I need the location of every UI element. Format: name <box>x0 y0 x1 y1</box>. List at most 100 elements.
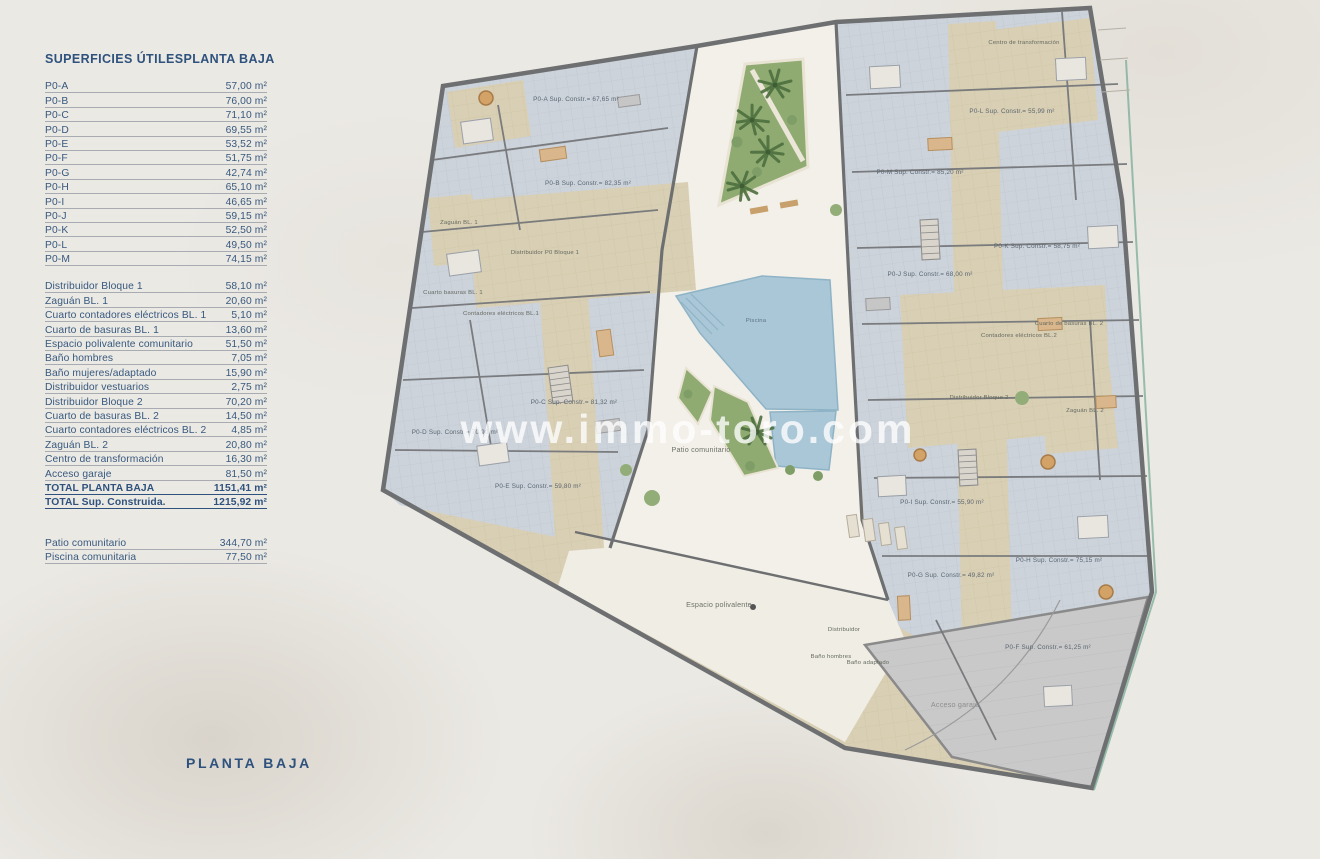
row-value: 76,00 m² <box>226 96 267 107</box>
table-row: Cuarto contadores eléctricos BL. 2 4,85 m… <box>45 423 267 437</box>
row-label: Centro de transformación <box>45 454 164 465</box>
row-value: 15,90 m² <box>226 368 267 379</box>
row-value: 51,75 m² <box>226 153 267 164</box>
apartment-label: P0-H Sup. Constr.= 75,15 m² <box>1016 557 1102 564</box>
table-row: Distribuidor Bloque 2 70,20 m² <box>45 394 267 408</box>
apartment-label: P0-I Sup. Constr.= 55,90 m² <box>900 499 984 506</box>
table-row: Patio comunitario 344,70 m² <box>45 535 267 549</box>
apartment-label: P0-M Sup. Constr.= 85,20 m² <box>876 169 963 176</box>
table-row: P0-G42,74 m² <box>45 165 267 179</box>
table-row: P0-J 59,15 m² <box>45 209 267 223</box>
unit-rows: P0-A57,00 m²P0-B76,00 m²P0-C71,10 m²P0-D… <box>45 79 267 266</box>
row-value: 1215,92 m² <box>213 497 267 508</box>
row-label: Cuarto contadores eléctricos BL. 2 <box>45 425 206 436</box>
row-label: Distribuidor vestuarios <box>45 382 149 393</box>
row-value: 69,55 m² <box>226 125 267 136</box>
table-row: P0-K52,50 m² <box>45 223 267 237</box>
row-value: 65,10 m² <box>226 182 267 193</box>
total-rows: TOTAL PLANTA BAJA 1151,41 m²TOTAL Sup. Co… <box>45 481 267 510</box>
room-label: Baño adaptado <box>847 660 890 666</box>
row-label: P0-E <box>45 139 68 150</box>
row-label: Distribuidor Bloque 2 <box>45 397 143 408</box>
apartment-label: P0-B Sup. Constr.= 82,35 m² <box>545 180 631 187</box>
row-label: Patio comunitario <box>45 538 126 549</box>
room-label: Cuarto de basuras BL. 2 <box>1035 321 1103 327</box>
row-value: 5,10 m² <box>231 310 267 321</box>
row-label: Cuarto contadores eléctricos BL. 1 <box>45 310 206 321</box>
row-value: 14,50 m² <box>226 411 267 422</box>
row-label: P0-H <box>45 182 69 193</box>
table-row: P0-M74,15 m² <box>45 252 267 266</box>
row-label: TOTAL PLANTA BAJA <box>45 483 154 494</box>
apartment-label: P0-K Sup. Constr.= 58,75 m² <box>994 243 1080 250</box>
table-row: P0-H 65,10 m² <box>45 180 267 194</box>
apartment-label: P0-G Sup. Constr.= 49,82 m² <box>908 572 995 579</box>
table-row: Distribuidor Bloque 158,10 m² <box>45 279 267 293</box>
row-value: 46,65 m² <box>226 197 267 208</box>
page: P0-A Sup. Constr.= 67,65 m² P0-B Sup. Con… <box>0 0 1320 859</box>
row-value: 70,20 m² <box>226 397 267 408</box>
row-label: P0-I <box>45 197 64 208</box>
row-value: 20,60 m² <box>226 296 267 307</box>
table-row: Zaguán BL. 220,80 m² <box>45 437 267 451</box>
table-title-left: SUPERFICIES ÚTILES <box>45 52 183 66</box>
room-label: Distribuidor Bloque 2 <box>950 395 1009 401</box>
row-label: Espacio polivalente comunitario <box>45 339 193 350</box>
row-value: 77,50 m² <box>226 552 267 563</box>
table-row: Centro de transformación16,30 m² <box>45 452 267 466</box>
table-row: Espacio polivalente comunitario 51,50 m² <box>45 337 267 351</box>
table-row: P0-I 46,65 m² <box>45 194 267 208</box>
table-row: P0-F51,75 m² <box>45 151 267 165</box>
table-row: Piscina comunitaria 77,50 m² <box>45 550 267 564</box>
table-header: SUPERFICIES ÚTILES PLANTA BAJA <box>45 52 267 66</box>
row-value: 1151,41 m² <box>214 483 267 494</box>
common-rows: Distribuidor Bloque 158,10 m² Zaguán BL. … <box>45 279 267 480</box>
row-label: P0-A <box>45 81 68 92</box>
apartment-label: P0-A Sup. Constr.= 67,65 m² <box>533 96 619 103</box>
apartment-label: P0-J Sup. Constr.= 68,00 m² <box>887 271 972 278</box>
table-row: P0-B76,00 m² <box>45 93 267 107</box>
room-label: Distribuidor P0 Bloque 1 <box>511 250 579 256</box>
table-row: Cuarto de basuras BL. 214,50 m² <box>45 409 267 423</box>
row-value: 52,50 m² <box>226 225 267 236</box>
row-label: P0-J <box>45 211 67 222</box>
row-value: 58,10 m² <box>226 281 267 292</box>
row-value: 4,85 m² <box>231 425 267 436</box>
room-label: Acceso garaje <box>931 700 979 709</box>
room-label: Contadores eléctricos BL.1 <box>463 311 539 317</box>
table-row: TOTAL Sup. Construida.1215,92 m² <box>45 495 267 509</box>
row-value: 71,10 m² <box>226 110 267 121</box>
staircase <box>958 449 978 486</box>
table-title-right: PLANTA BAJA <box>183 52 274 66</box>
row-value: 81,50 m² <box>226 469 267 480</box>
apartment-label: P0-C Sup. Constr.= 81,32 m² <box>531 399 617 406</box>
row-value: 51,50 m² <box>226 339 267 350</box>
staircase <box>548 365 573 403</box>
row-label: Baño hombres <box>45 353 113 364</box>
staircase <box>920 219 940 260</box>
row-label: Zaguán BL. 2 <box>45 440 108 451</box>
room-label: Espacio polivalente <box>686 600 752 609</box>
apartment-label: P0-E Sup. Constr.= 59,80 m² <box>495 483 581 490</box>
row-value: 13,60 m² <box>226 325 267 336</box>
row-value: 2,75 m² <box>231 382 267 393</box>
row-value: 59,15 m² <box>226 211 267 222</box>
row-value: 344,70 m² <box>220 538 267 549</box>
watermark: www.immo-toro.com <box>460 406 916 452</box>
room-label: Contadores eléctricos BL.2 <box>981 333 1057 339</box>
row-value: 49,50 m² <box>226 240 267 251</box>
table-row: P0-C 71,10 m² <box>45 108 267 122</box>
table-row: Baño mujeres/adaptado15,90 m² <box>45 365 267 379</box>
table-row: Cuarto de basuras BL. 1 13,60 m² <box>45 322 267 336</box>
room-label: Centro de transformación <box>988 40 1059 46</box>
table-row: P0-L49,50 m² <box>45 237 267 251</box>
apartment-label: P0-L Sup. Constr.= 55,99 m² <box>969 108 1054 115</box>
row-label: Acceso garaje <box>45 469 112 480</box>
row-label: Cuarto de basuras BL. 1 <box>45 325 159 336</box>
row-value: 42,74 m² <box>226 168 267 179</box>
row-label: P0-C <box>45 110 69 121</box>
table-row: TOTAL PLANTA BAJA 1151,41 m² <box>45 481 267 495</box>
row-label: Piscina comunitaria <box>45 552 136 563</box>
room-label: Zaguán BL. 2 <box>1066 408 1104 414</box>
table-row: Acceso garaje 81,50 m² <box>45 466 267 480</box>
